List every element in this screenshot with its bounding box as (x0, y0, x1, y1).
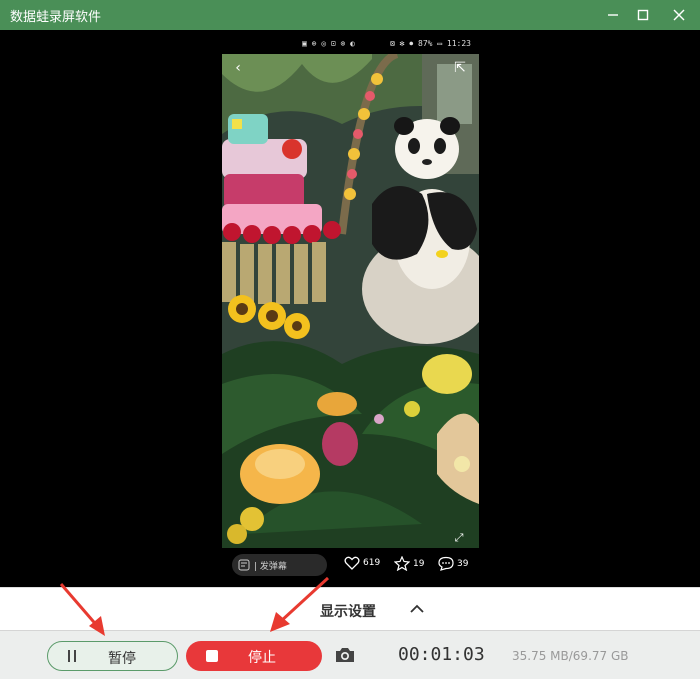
video-frame: ‹ ⇱ ⤢ (222, 54, 479, 548)
display-settings-label: 显示设置 (320, 604, 376, 620)
video-actions-bar: | 发弹幕 619 19 39 (222, 548, 479, 580)
comment-count: 39 (457, 558, 469, 569)
expand-icon[interactable]: ⤢ (449, 528, 469, 548)
star-icon (394, 556, 410, 571)
status-icons: ▣ ⊕ ◎ ⊡ ⊗ ◐ (302, 39, 355, 48)
minimize-icon (608, 14, 618, 16)
danmu-label: | 发弹幕 (254, 561, 287, 572)
favorite-button[interactable]: 19 (394, 556, 424, 571)
minimize-button[interactable] (596, 0, 630, 30)
pause-label: 暂停 (108, 651, 136, 667)
back-icon[interactable]: ‹ (228, 58, 248, 78)
storage-usage: 35.75 MB/69.77 GB (512, 649, 629, 663)
maximize-icon (637, 9, 649, 21)
chevron-up-icon[interactable] (408, 600, 426, 618)
preview-area: ▣ ⊕ ◎ ⊡ ⊗ ◐ ⊠ ✻ ⏺ 87% ▭ 11:23 ‹ ⇱ ⤢ | 发弹… (0, 30, 700, 587)
app-title: 数据蛙录屏软件 (10, 10, 102, 25)
danmu-icon (238, 559, 250, 571)
stop-icon (206, 650, 218, 662)
favorite-count: 19 (413, 558, 425, 569)
status-battery-time: ⊠ ✻ ⏺ 87% ▭ 11:23 (389, 39, 471, 48)
pause-icon (68, 650, 76, 662)
close-icon (673, 9, 685, 21)
comment-icon (438, 556, 454, 571)
title-bar: 数据蛙录屏软件 (0, 0, 700, 30)
pause-button[interactable]: 暂停 (47, 641, 178, 671)
display-settings-bar[interactable]: 显示设置 (0, 587, 700, 630)
share-icon[interactable]: ⇱ (450, 58, 470, 78)
stop-label: 停止 (248, 650, 276, 666)
camera-icon[interactable] (334, 645, 356, 665)
like-button[interactable]: 619 (344, 556, 380, 570)
comment-button[interactable]: 39 (438, 556, 468, 571)
phone-screen-preview: ▣ ⊕ ◎ ⊡ ⊗ ◐ ⊠ ✻ ⏺ 87% ▭ 11:23 ‹ ⇱ ⤢ | 发弹… (222, 35, 479, 580)
stop-button[interactable]: 停止 (186, 641, 322, 671)
close-button[interactable] (662, 0, 696, 30)
like-count: 619 (363, 558, 381, 568)
heart-icon (344, 556, 360, 570)
phone-status-bar: ▣ ⊕ ◎ ⊡ ⊗ ◐ ⊠ ✻ ⏺ 87% ▭ 11:23 (222, 35, 479, 54)
maximize-button[interactable] (626, 0, 660, 30)
panda-scene-image (222, 54, 479, 548)
danmu-input[interactable]: | 发弹幕 (232, 554, 327, 576)
recording-control-bar: 暂停 停止 00:01:03 35.75 MB/69.77 GB (0, 630, 700, 679)
recording-timer: 00:01:03 (398, 644, 485, 665)
